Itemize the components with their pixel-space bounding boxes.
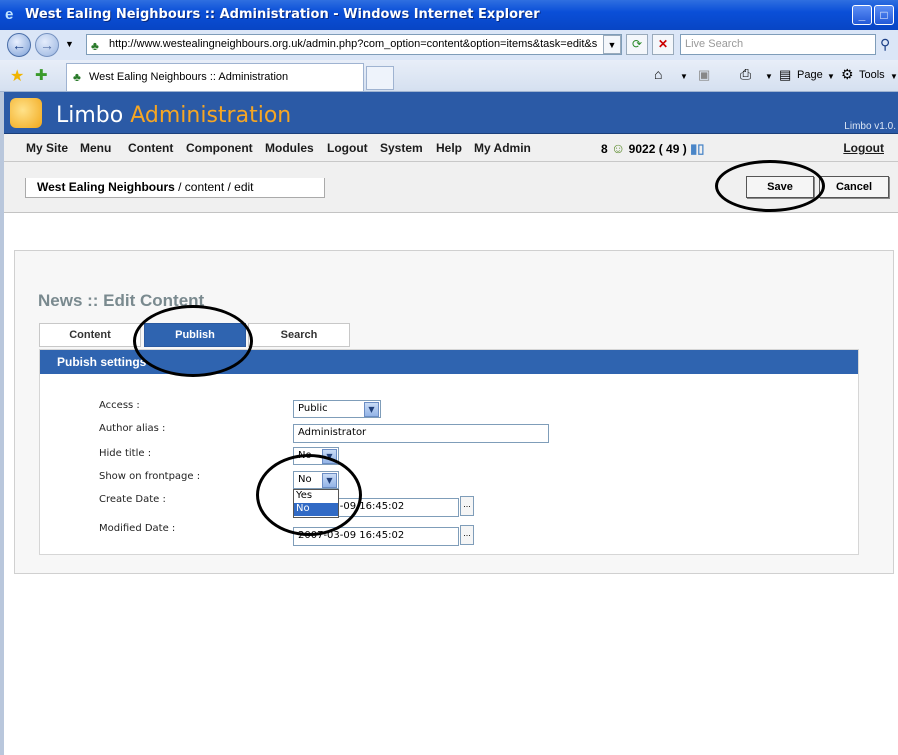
modified-date-label: Modified Date :: [99, 523, 176, 534]
minimize-icon[interactable]: _: [852, 5, 872, 25]
page-dropdown-icon[interactable]: ▼: [827, 72, 835, 81]
hide-title-label: Hide title :: [99, 448, 152, 459]
site-stats: 8 ☺ 9022 ( 49 ) ▮▯: [601, 140, 704, 157]
feeds-icon[interactable]: ▣: [698, 67, 710, 83]
tab-favicon-icon: ♣: [73, 70, 81, 84]
users-online-count: 8: [601, 142, 608, 156]
save-highlight-circle: [715, 160, 825, 212]
author-alias-label: Author alias :: [99, 423, 166, 434]
create-date-label: Create Date :: [99, 494, 166, 505]
search-input[interactable]: Live Search: [680, 34, 876, 55]
window-title: West Ealing Neighbours :: Administration…: [25, 7, 540, 22]
stop-button[interactable]: ✕: [652, 34, 674, 55]
menu-system[interactable]: System: [380, 141, 423, 155]
author-alias-input[interactable]: Administrator: [293, 424, 549, 443]
forward-button[interactable]: →: [35, 33, 59, 57]
home-dropdown-icon[interactable]: ▼: [680, 72, 688, 81]
menu-component[interactable]: Component: [186, 141, 253, 155]
tab-content[interactable]: Content: [39, 323, 141, 347]
site-favicon-icon: ♣: [91, 39, 99, 53]
maximize-icon[interactable]: □: [874, 5, 894, 25]
browser-tab[interactable]: ♣ West Ealing Neighbours :: Administrati…: [66, 63, 364, 91]
modified-date-picker-button[interactable]: ...: [460, 525, 474, 545]
publish-tab-highlight-circle: [133, 305, 253, 377]
gear-icon: ⚙: [841, 66, 854, 82]
home-icon[interactable]: ⌂: [654, 66, 662, 82]
menu-help[interactable]: Help: [436, 141, 462, 155]
main-menu: My Site Menu Content Component Modules L…: [4, 134, 898, 162]
app-version: Limbo v1.0.: [844, 121, 896, 132]
menu-menu[interactable]: Menu: [80, 141, 111, 155]
stats-chart-icon: ▮▯: [690, 141, 705, 156]
access-value: Public: [298, 403, 328, 414]
browser-tab-title: West Ealing Neighbours :: Administration: [89, 71, 289, 83]
author-alias-value: Administrator: [298, 427, 367, 438]
menu-modules[interactable]: Modules: [265, 141, 314, 155]
menu-logout[interactable]: Logout: [327, 141, 368, 155]
address-input[interactable]: ♣ http://www.westealingneighbours.org.uk…: [86, 34, 622, 55]
print-icon[interactable]: ⎙: [740, 66, 751, 83]
tools-menu[interactable]: Tools: [859, 69, 885, 81]
print-dropdown-icon[interactable]: ▼: [765, 72, 773, 81]
access-select[interactable]: Public ▼: [293, 400, 381, 418]
content-count: 9022 ( 49 ): [628, 142, 687, 156]
breadcrumb-path: / content / edit: [174, 180, 254, 194]
back-button[interactable]: ←: [7, 33, 31, 57]
add-favorite-icon[interactable]: ✚: [35, 66, 48, 84]
chevron-down-icon: ▼: [364, 402, 379, 417]
page-menu[interactable]: Page: [797, 69, 823, 81]
url-text: http://www.westealingneighbours.org.uk/a…: [109, 38, 598, 50]
history-dropdown-icon[interactable]: ▼: [65, 39, 74, 49]
address-dropdown-icon[interactable]: ▼: [603, 35, 621, 54]
menu-content[interactable]: Content: [128, 141, 173, 155]
frontpage-highlight-circle: [256, 454, 362, 536]
refresh-button[interactable]: ⟳: [626, 34, 648, 55]
search-placeholder: Live Search: [685, 38, 744, 50]
tools-dropdown-icon[interactable]: ▼: [890, 72, 898, 81]
users-icon: ☺: [611, 140, 626, 156]
page-icon: ▤: [779, 67, 792, 82]
app-title-main: Limbo: [56, 103, 124, 128]
browser-tabs-bar: ★ ✚ ♣ West Ealing Neighbours :: Administ…: [0, 60, 898, 92]
app-title-accent: Administration: [130, 103, 292, 128]
favorites-star-icon[interactable]: ★: [10, 66, 24, 86]
logout-link[interactable]: Logout: [843, 141, 884, 155]
breadcrumb: West Ealing Neighbours / content / edit: [25, 178, 325, 198]
limbo-logo-icon: [10, 98, 42, 128]
content-frame: News :: Edit Content Content Publish Sea…: [14, 250, 894, 574]
access-label: Access :: [99, 400, 140, 411]
publish-settings-panel: Pubish settings Access : Public ▼ Author…: [39, 349, 859, 555]
ie-logo-icon: e: [5, 6, 14, 23]
breadcrumb-site: West Ealing Neighbours: [37, 180, 175, 194]
app-title: Limbo Administration: [56, 103, 291, 128]
cancel-button[interactable]: Cancel: [819, 176, 889, 198]
app-header: Limbo Administration Limbo v1.0.: [4, 92, 898, 134]
search-icon[interactable]: ⚲: [880, 36, 890, 53]
menu-my-site[interactable]: My Site: [26, 141, 68, 155]
create-date-picker-button[interactable]: ...: [460, 496, 474, 516]
action-toolbar: West Ealing Neighbours / content / edit …: [4, 160, 898, 213]
menu-my-admin[interactable]: My Admin: [474, 141, 531, 155]
new-tab-button[interactable]: [366, 66, 394, 90]
frontpage-label: Show on frontpage :: [99, 471, 201, 482]
address-toolbar: ← → ▼ ♣ http://www.westealingneighbours.…: [0, 30, 898, 60]
tab-search[interactable]: Search: [248, 323, 350, 347]
window-title-bar: e West Ealing Neighbours :: Administrati…: [0, 0, 898, 30]
